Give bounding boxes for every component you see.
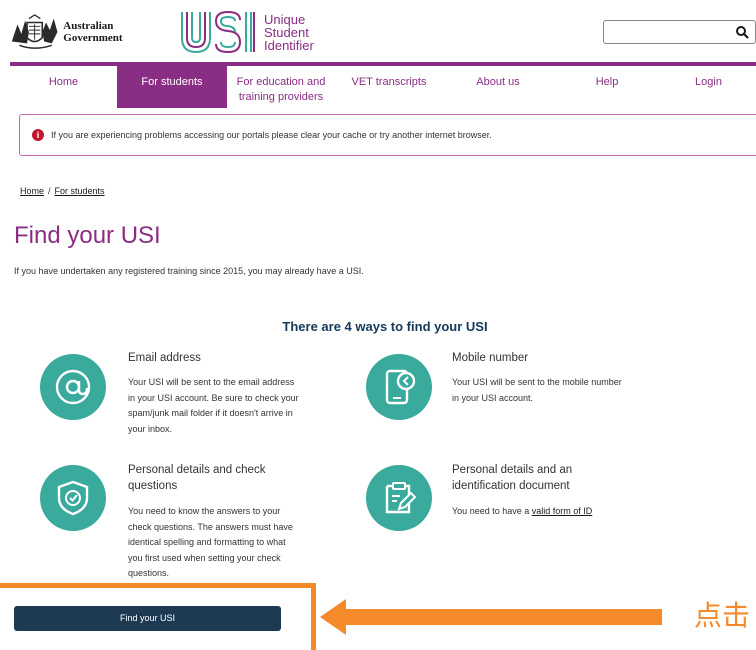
coat-of-arms-icon — [11, 14, 58, 49]
id-doc-desc: You need to have a valid form of ID — [452, 504, 592, 520]
nav-home-label: Home — [48, 76, 79, 88]
mobile-desc: Your USI will be sent to the mobile numb… — [452, 375, 622, 406]
nav-login-label: Login — [695, 76, 722, 88]
nav-item-for-students[interactable]: For students — [117, 66, 227, 108]
nav-students-label: For students — [141, 76, 203, 88]
highlight-box-right — [311, 583, 316, 650]
usi-wordmark: Unique Student Identifier — [264, 13, 314, 52]
search-icon[interactable] — [735, 25, 749, 39]
nav-item-for-providers[interactable]: For education and training providers — [227, 66, 335, 108]
mobile-title: Mobile number — [452, 352, 529, 364]
highlight-box-top — [0, 583, 316, 588]
questions-title-line: Personal details and check — [128, 464, 266, 476]
questions-desc-line: check questions. The answers must have — [128, 521, 293, 532]
email-desc-line: in your USI account. Be sure to check yo… — [128, 392, 299, 403]
alert-text: If you are experiencing problems accessi… — [51, 130, 492, 140]
intro-text: If you have undertaken any registered tr… — [14, 266, 364, 276]
find-your-usi-button[interactable]: Find your USI — [14, 606, 281, 631]
breadcrumb: Home / For students — [20, 186, 105, 196]
email-title: Email address — [128, 352, 201, 364]
usi-word-student: Student — [264, 24, 309, 40]
questions-desc-line: identical spelling and formatting to wha… — [128, 537, 286, 547]
id-doc-title: Personal details and an identification d… — [452, 462, 572, 494]
questions-desc: You need to know the answers to your che… — [128, 504, 293, 582]
questions-title-line: questions — [128, 480, 178, 492]
nav-item-about-us[interactable]: About us — [443, 66, 553, 108]
breadcrumb-current[interactable]: For students — [55, 186, 105, 196]
usi-word-unique: Unique — [264, 11, 306, 27]
gov-name: Australian Government — [63, 20, 123, 44]
questions-desc-line: questions. — [128, 568, 170, 578]
questions-title: Personal details and check questions — [128, 462, 265, 494]
mobile-desc-line: Your USI will be sent to the mobile numb… — [452, 377, 622, 387]
email-desc-line: your inbox. — [128, 423, 173, 434]
nav-help-label: Help — [595, 76, 619, 88]
breadcrumb-separator: / — [48, 186, 51, 196]
email-desc: Your USI will be sent to the email addre… — [128, 375, 299, 437]
nav-providers-label-line2: training providers — [238, 91, 324, 103]
annotation-text: 点击 — [694, 599, 751, 632]
usi-logo[interactable]: Unique Student Identifier — [180, 10, 314, 54]
questions-desc-line: You need to know the answers to your — [128, 506, 281, 516]
id-doc-title-line: identification document — [452, 480, 570, 492]
breadcrumb-home[interactable]: Home — [20, 186, 44, 196]
id-doc-title-line: Personal details and an — [452, 464, 573, 476]
email-desc-line: Your USI will be sent to the email addre… — [128, 377, 295, 387]
usi-word-identifier: Identifier — [264, 37, 314, 53]
arrow-left-icon — [320, 599, 662, 635]
alert-banner: i If you are experiencing problems acces… — [19, 114, 756, 156]
valid-id-link[interactable]: valid form of ID — [532, 506, 593, 516]
shield-check-icon — [40, 465, 106, 531]
search-input[interactable] — [603, 20, 756, 44]
nav-providers-label-line1: For education and — [236, 76, 326, 88]
questions-desc-line: you first used when setting your check — [128, 552, 281, 563]
mobile-phone-icon — [366, 354, 432, 420]
nav-item-vet-transcripts[interactable]: VET transcripts — [335, 66, 443, 108]
nav-item-home[interactable]: Home — [10, 66, 117, 108]
nav-item-login[interactable]: Login — [661, 66, 756, 108]
site-header: Australian Government Unique Student Ide… — [0, 0, 756, 62]
nav-about-label: About us — [476, 76, 520, 88]
usi-letters-icon — [181, 10, 255, 54]
email-icon — [40, 354, 106, 420]
nav-vet-label: VET transcripts — [351, 76, 427, 88]
main-nav: Home For students For education and trai… — [10, 62, 756, 108]
document-edit-icon — [366, 465, 432, 531]
mobile-desc-line: in your USI account. — [452, 392, 534, 403]
email-desc-line: spam/junk mail folder if it doesn't arri… — [128, 408, 293, 418]
australian-government-logo[interactable]: Australian Government — [8, 12, 170, 52]
nav-item-help[interactable]: Help — [553, 66, 661, 108]
ways-heading: There are 4 ways to find your USI — [282, 319, 488, 334]
id-doc-desc-prefix: You need to have a — [452, 506, 532, 516]
alert-info-icon: i — [32, 129, 44, 141]
page-title: Find your USI — [14, 222, 161, 249]
